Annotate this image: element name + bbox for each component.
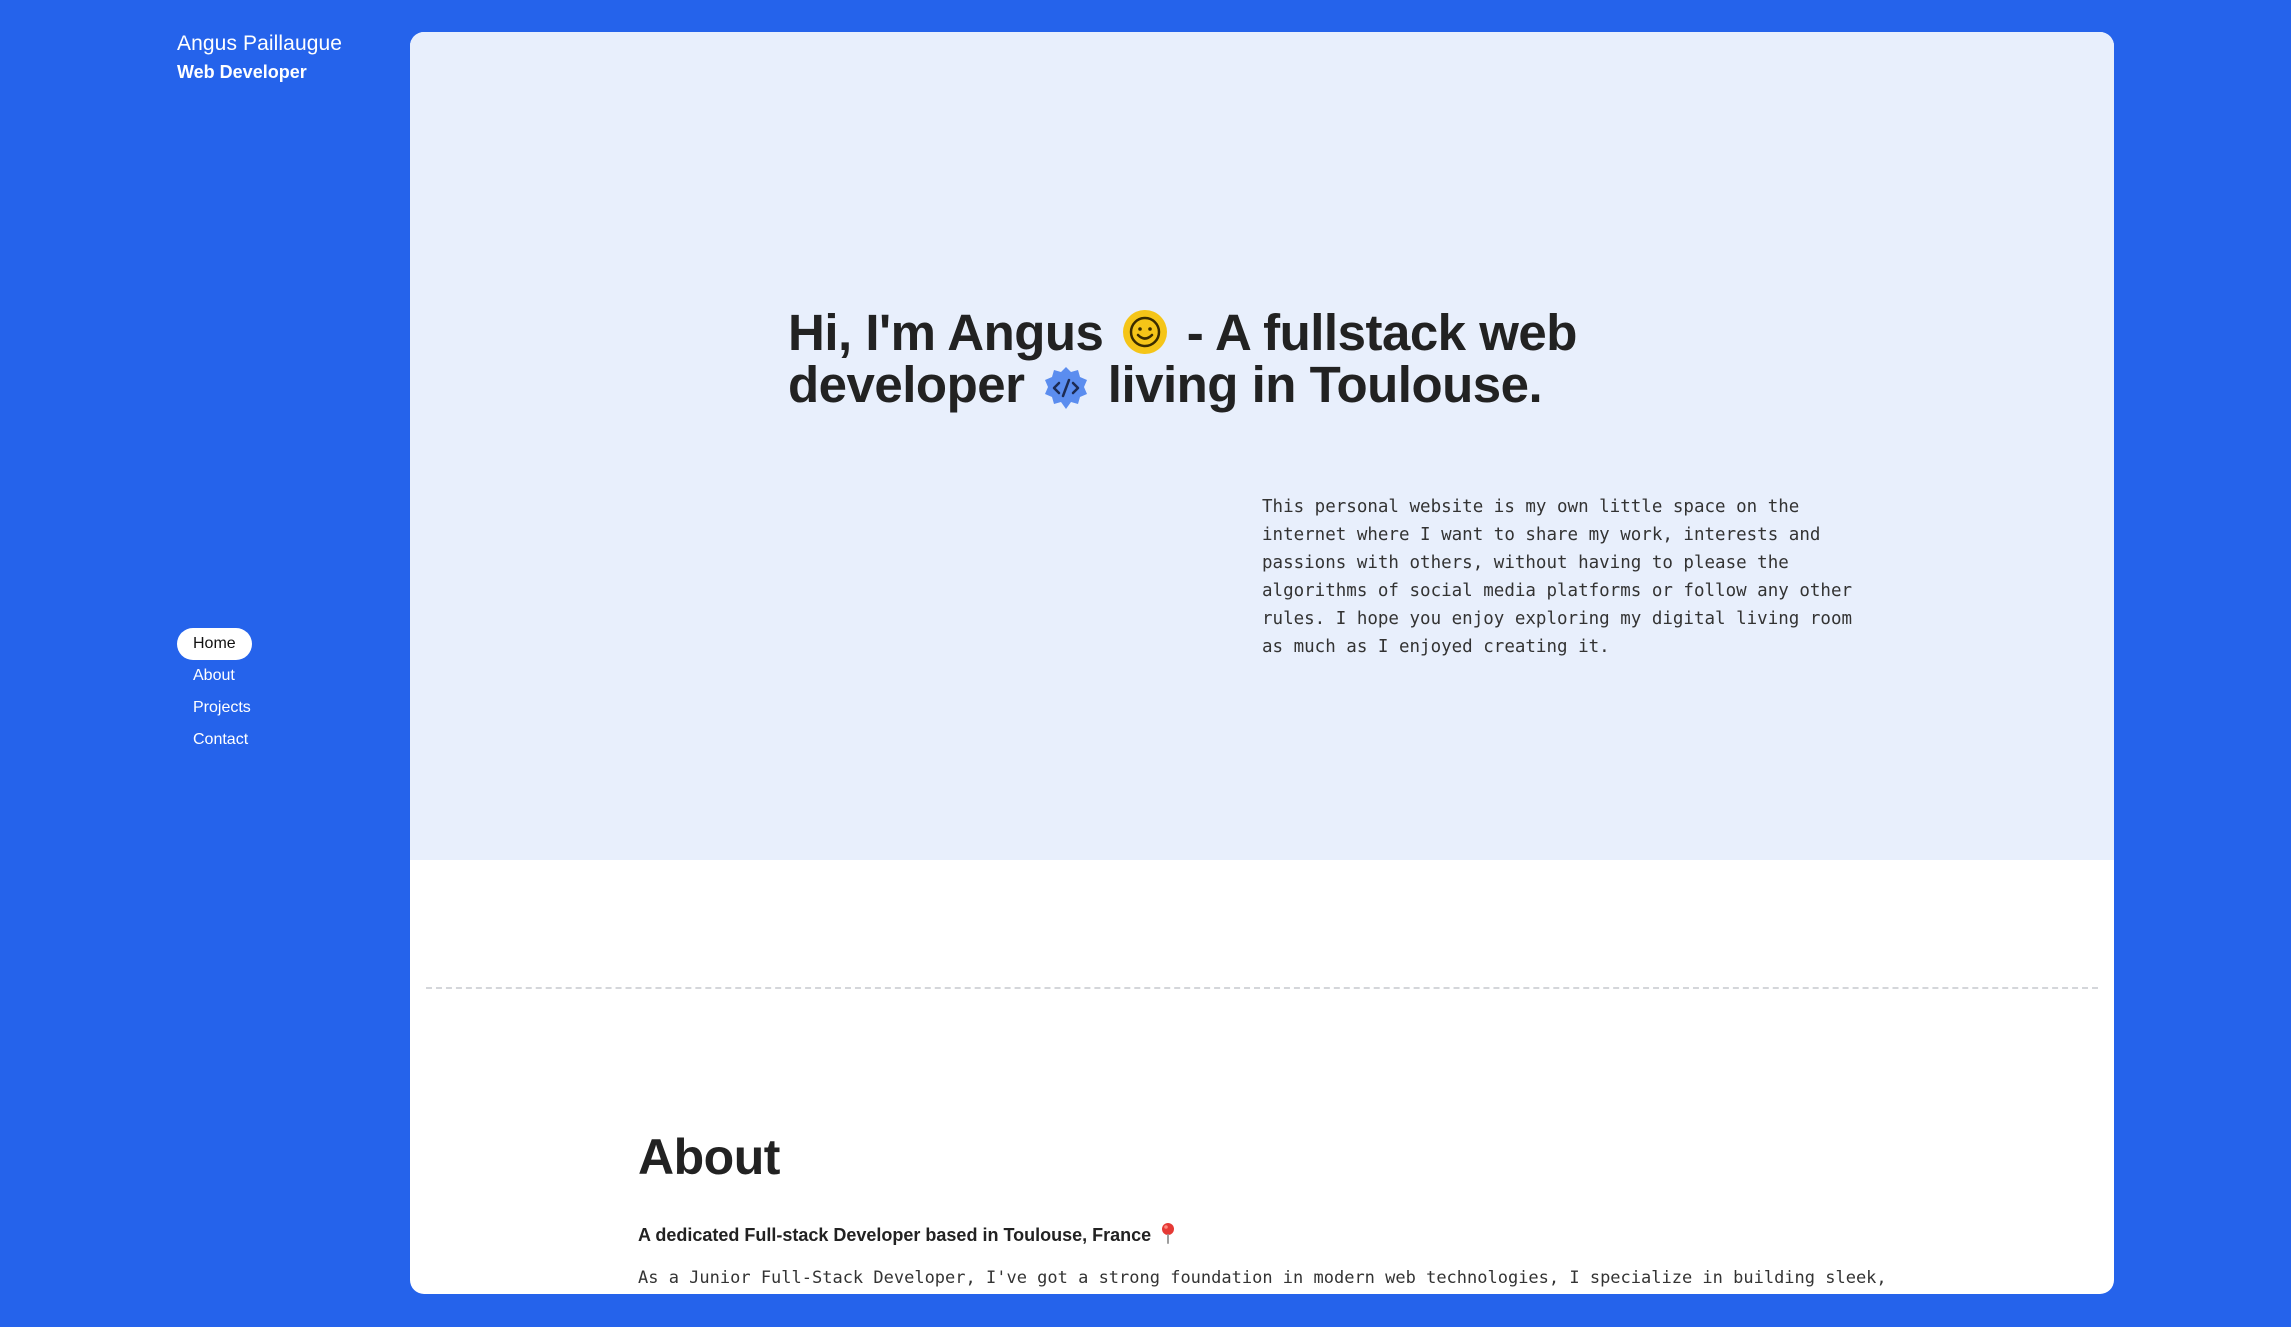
smiling-face-icon (1123, 310, 1168, 354)
section-divider (426, 987, 2098, 989)
hero-intro-text: This personal website is my own little s… (1262, 497, 1853, 657)
code-badge-icon (1045, 367, 1088, 409)
nav-item-contact[interactable]: Contact (177, 724, 264, 756)
hero-title-part1: Hi, I'm Angus (788, 304, 1118, 361)
main-content-card[interactable]: Hi, I'm Angus - A fullstack web develope… (410, 32, 2114, 1294)
hero-title: Hi, I'm Angus - A fullstack web develope… (788, 307, 1708, 412)
site-owner-name[interactable]: Angus Paillaugue (177, 32, 342, 56)
hero-section: Hi, I'm Angus - A fullstack web develope… (410, 32, 2114, 860)
main-nav: Home About Projects Contact (177, 628, 267, 756)
about-subheading: A dedicated Full-stack Developer based i… (638, 1222, 1177, 1246)
sidebar: Angus Paillaugue Web Developer Home Abou… (0, 0, 410, 1327)
nav-item-home[interactable]: Home (177, 628, 252, 660)
location-pin-icon (1162, 1223, 1175, 1244)
site-owner-role: Web Developer (177, 62, 307, 82)
about-subheading-text: A dedicated Full-stack Developer based i… (638, 1225, 1152, 1245)
nav-item-projects[interactable]: Projects (177, 692, 267, 724)
nav-item-about[interactable]: About (177, 660, 251, 692)
about-heading: About (638, 1129, 780, 1185)
hero-title-part3: living in Toulouse. (1094, 356, 1543, 413)
about-body-text: As a Junior Full-Stack Developer, I've g… (638, 1268, 1887, 1288)
